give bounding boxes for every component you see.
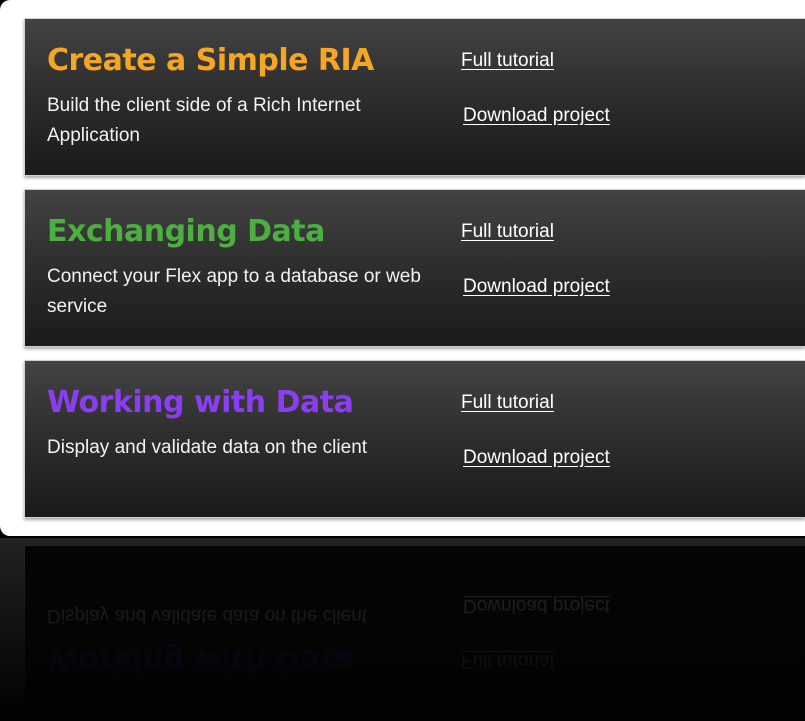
card-description: Build the client side of a Rich Internet… <box>47 95 361 146</box>
download-project-link[interactable]: Download project <box>463 276 610 298</box>
tutorial-card-create-simple-ria: Create a Simple RIA Build the client sid… <box>24 18 805 176</box>
card-description: Display and validate data on the client <box>47 437 368 458</box>
full-tutorial-link[interactable]: Full tutorial <box>461 392 554 414</box>
card-title: Working with Data <box>47 385 354 420</box>
tutorial-stage: Create a Simple RIA Build the client sid… <box>0 0 805 721</box>
tutorial-card-working-with-data: Working with Data Display and validate d… <box>24 360 805 518</box>
download-project-link[interactable]: Download project <box>463 105 610 127</box>
card-description: Connect your Flex app to a database or w… <box>47 266 421 317</box>
card-title: Exchanging Data <box>47 214 325 249</box>
download-project-link[interactable]: Download project <box>463 447 610 469</box>
reflection: Working with Data Display and validate d… <box>0 538 805 721</box>
full-tutorial-link[interactable]: Full tutorial <box>461 50 554 72</box>
reflection-fade <box>0 538 805 721</box>
card-title: Create a Simple RIA <box>47 43 374 78</box>
tutorial-frame: Create a Simple RIA Build the client sid… <box>0 0 805 536</box>
full-tutorial-link[interactable]: Full tutorial <box>461 221 554 243</box>
tutorial-card-exchanging-data: Exchanging Data Connect your Flex app to… <box>24 189 805 347</box>
